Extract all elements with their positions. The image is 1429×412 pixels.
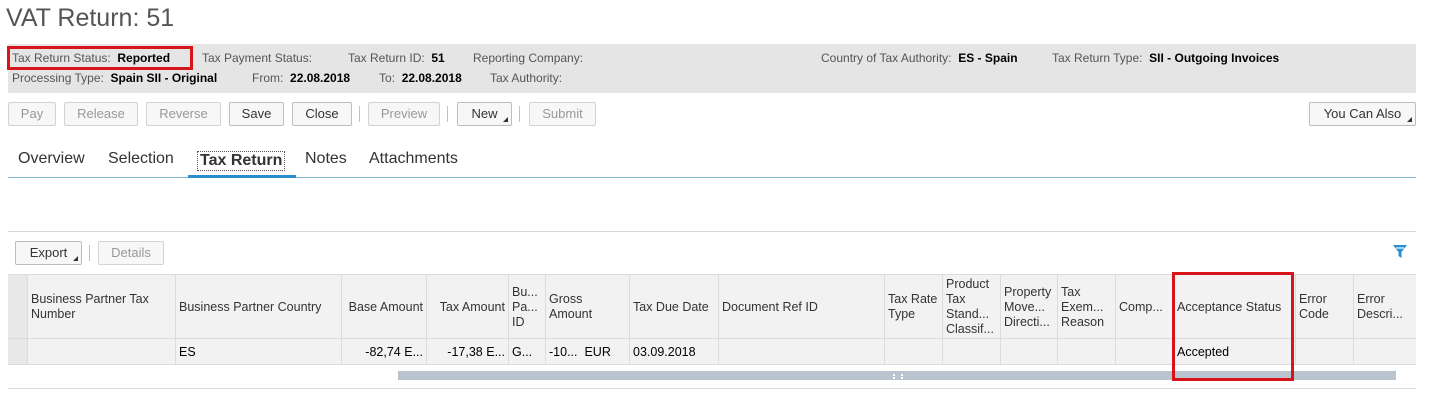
tax-authority: Tax Authority: — [490, 71, 562, 85]
col-document-ref-id[interactable]: Document Ref ID — [719, 275, 885, 339]
close-button[interactable]: Close — [292, 102, 352, 126]
gross-amount-value: -10... — [549, 344, 578, 359]
company-label: Reporting Company: — [473, 51, 584, 65]
tax-amount-value: -17,38 — [447, 344, 483, 359]
dropdown-triangle-icon — [503, 117, 508, 122]
col-tax-amount[interactable]: Tax Amount — [427, 275, 509, 339]
row-selector-header[interactable] — [8, 275, 28, 339]
tab-overview[interactable]: Overview — [18, 150, 85, 168]
acceptance-status-highlight-box — [1172, 272, 1294, 381]
row-selector[interactable] — [8, 339, 28, 364]
pay-button[interactable]: Pay — [8, 102, 56, 126]
col-gross-amount[interactable]: Gross Amount — [546, 275, 630, 339]
selected-tab-indicator — [188, 175, 296, 178]
release-button[interactable]: Release — [64, 102, 138, 126]
to-date: To: 22.08.2018 — [379, 71, 462, 85]
you-can-also-button[interactable]: You Can Also — [1309, 102, 1416, 126]
cell-error-description — [1354, 339, 1416, 364]
id-label: Tax Return ID: — [348, 51, 425, 65]
toolbar-separator — [89, 245, 90, 261]
cell-bp-tax-number — [28, 339, 176, 364]
tax-payment-status: Tax Payment Status: — [202, 51, 312, 65]
toolbar-separator — [359, 106, 360, 122]
tab-tax-return[interactable]: Tax Return — [197, 151, 286, 171]
country-of-tax-authority: Country of Tax Authority: ES - Spain — [821, 51, 1018, 65]
dropdown-triangle-icon — [1407, 117, 1412, 122]
tax-return-type: Tax Return Type: SII - Outgoing Invoices — [1052, 51, 1279, 65]
processing-type: Processing Type: Spain SII - Original — [12, 71, 217, 85]
cell-base-amount: -82,74 E... — [342, 339, 427, 364]
cell-comp — [1116, 339, 1174, 364]
cell-tax-due-date: 03.09.2018 — [630, 339, 719, 364]
col-base-amount[interactable]: Base Amount — [342, 275, 427, 339]
col-error-description[interactable]: Error Descri... — [1354, 275, 1416, 339]
status-label: Tax Return Status: — [12, 51, 111, 65]
cell-bp-country: ES — [176, 339, 342, 364]
tab-notes[interactable]: Notes — [305, 150, 347, 168]
reverse-button[interactable]: Reverse — [146, 102, 221, 126]
col-comp[interactable]: Comp... — [1116, 275, 1174, 339]
cell-document-ref-id — [719, 339, 885, 364]
type-label: Tax Return Type: — [1052, 51, 1143, 65]
submit-button[interactable]: Submit — [529, 102, 596, 126]
to-label: To: — [379, 71, 396, 85]
to-value: 22.08.2018 — [401, 71, 462, 85]
tax-return-id: Tax Return ID: 51 — [348, 51, 445, 65]
col-bp-id[interactable]: Bu... Pa... ID — [509, 275, 546, 339]
country-label: Country of Tax Authority: — [821, 51, 952, 65]
proc-label: Processing Type: — [12, 71, 104, 85]
export-button[interactable]: Export — [15, 241, 82, 265]
country-value: ES - Spain — [958, 51, 1018, 65]
dropdown-triangle-icon — [73, 256, 78, 261]
id-value: 51 — [431, 51, 445, 65]
reporting-company: Reporting Company: — [473, 51, 583, 65]
from-value: 22.08.2018 — [290, 71, 351, 85]
cell-tax-exemption-reason — [1058, 339, 1116, 364]
preview-button[interactable]: Preview — [368, 102, 440, 126]
scrollbar-grip-icon — [893, 374, 903, 377]
you-can-also-label: You Can Also — [1323, 106, 1402, 121]
authority-label: Tax Authority: — [490, 71, 563, 85]
toolbar-separator — [519, 106, 520, 122]
cell-gross-amount: -10... EUR — [546, 339, 630, 364]
col-property-move-direction[interactable]: Property Move... Directi... — [1001, 275, 1058, 339]
tab-selection[interactable]: Selection — [108, 150, 174, 168]
proc-value: Spain SII - Original — [110, 71, 218, 85]
page-title: VAT Return: 51 — [6, 4, 175, 32]
tab-attachments[interactable]: Attachments — [369, 150, 458, 168]
cell-tax-amount: -17,38 E... — [427, 339, 509, 364]
col-tax-due-date[interactable]: Tax Due Date — [630, 275, 719, 339]
cell-bp-id: G... — [509, 339, 546, 364]
cell-product-tax-classif — [943, 339, 1001, 364]
section-divider — [8, 231, 1416, 232]
toolbar-separator — [447, 106, 448, 122]
col-bp-country[interactable]: Business Partner Country — [176, 275, 342, 339]
col-product-tax-classif[interactable]: Product Tax Stand... Classif... — [943, 275, 1001, 339]
from-label: From: — [252, 71, 284, 85]
from-date: From: 22.08.2018 — [252, 71, 350, 85]
cell-property-move-direction — [1001, 339, 1058, 364]
col-error-code[interactable]: Error Code — [1296, 275, 1354, 339]
col-bp-tax-number[interactable]: Business Partner Tax Number — [28, 275, 176, 339]
type-value: SII - Outgoing Invoices — [1149, 51, 1280, 65]
new-button-label: New — [471, 106, 498, 121]
details-button[interactable]: Details — [98, 241, 164, 265]
export-button-label: Export — [29, 245, 68, 260]
col-tax-exemption-reason[interactable]: Tax Exem... Reason — [1058, 275, 1116, 339]
new-button[interactable]: New — [457, 102, 512, 126]
base-amount-currency: E... — [404, 344, 423, 359]
tax-amount-currency: E... — [486, 344, 505, 359]
gross-amount-currency: EUR — [584, 344, 611, 359]
tax-return-status: Tax Return Status: Reported — [12, 51, 170, 65]
col-tax-rate-type[interactable]: Tax Rate Type — [885, 275, 943, 339]
base-amount-value: -82,74 — [365, 344, 401, 359]
status-value: Reported — [117, 51, 171, 65]
save-button[interactable]: Save — [229, 102, 284, 126]
filter-icon[interactable] — [1392, 244, 1408, 260]
cell-tax-rate-type — [885, 339, 943, 364]
payment-label: Tax Payment Status: — [202, 51, 313, 65]
cell-error-code — [1296, 339, 1354, 364]
